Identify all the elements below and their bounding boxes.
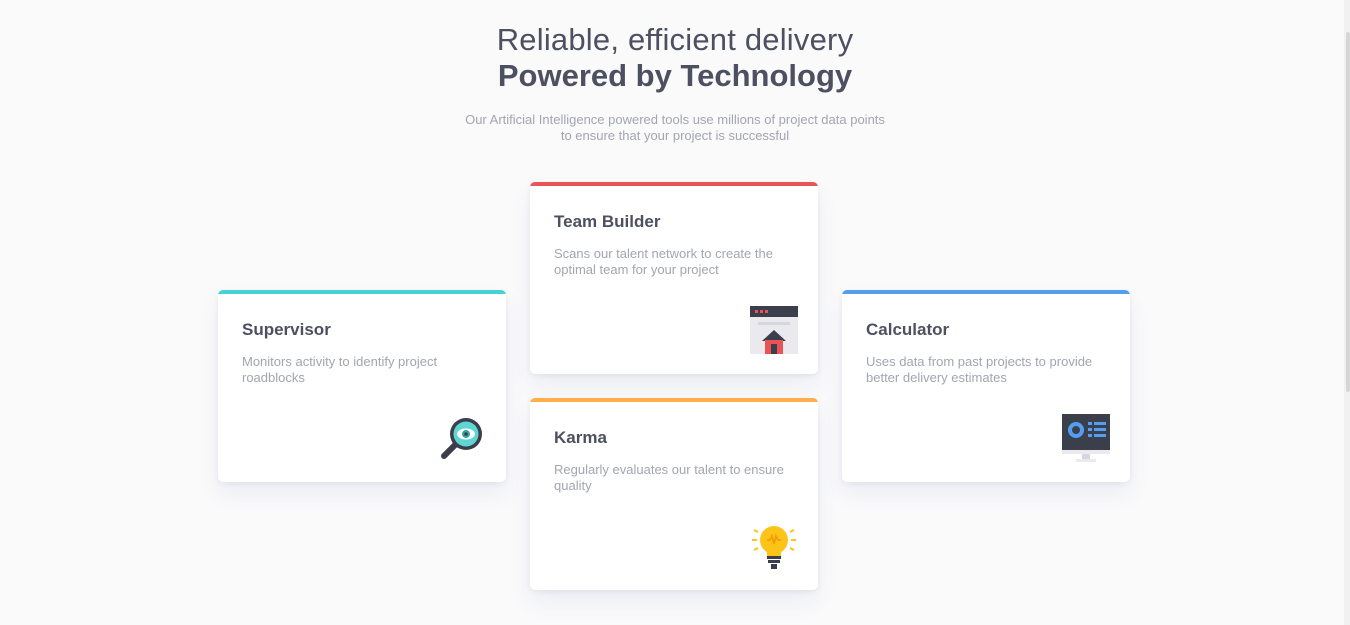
card-team-builder: Team Builder Scans our talent network to… [530,182,818,374]
header-section: Reliable, efficient delivery Powered by … [0,22,1350,144]
card-title: Team Builder [554,212,661,231]
calculator-monitor-icon [1062,414,1110,462]
card-description: Uses data from past projects to provide … [866,354,1093,385]
headline-light: Reliable, efficient delivery [496,22,854,57]
card-title: Supervisor [242,320,331,339]
scrollbar-thumb[interactable] [1346,32,1350,392]
card-description: Regularly evaluates our talent to ensure… [554,462,784,493]
headline-bold: Powered by Technology [497,58,853,93]
card-description: Monitors activity to identify project ro… [242,354,438,385]
card-supervisor: Supervisor Monitors activity to identify… [218,290,506,482]
team-builder-icon [750,306,798,354]
magnifier-eye-icon [438,414,486,462]
card-karma: Karma Regularly evaluates our talent to … [530,398,818,590]
page: Reliable, efficient delivery Powered by … [0,0,1350,625]
intro-text: Our Artificial Intelligence powered tool… [465,112,885,143]
card-title: Karma [554,428,607,447]
card-calculator: Calculator Uses data from past projects … [842,290,1130,482]
card-title: Calculator [866,320,950,339]
scrollbar[interactable] [1344,0,1350,625]
card-description: Scans our talent network to create the o… [554,246,773,277]
lightbulb-icon [750,522,798,570]
